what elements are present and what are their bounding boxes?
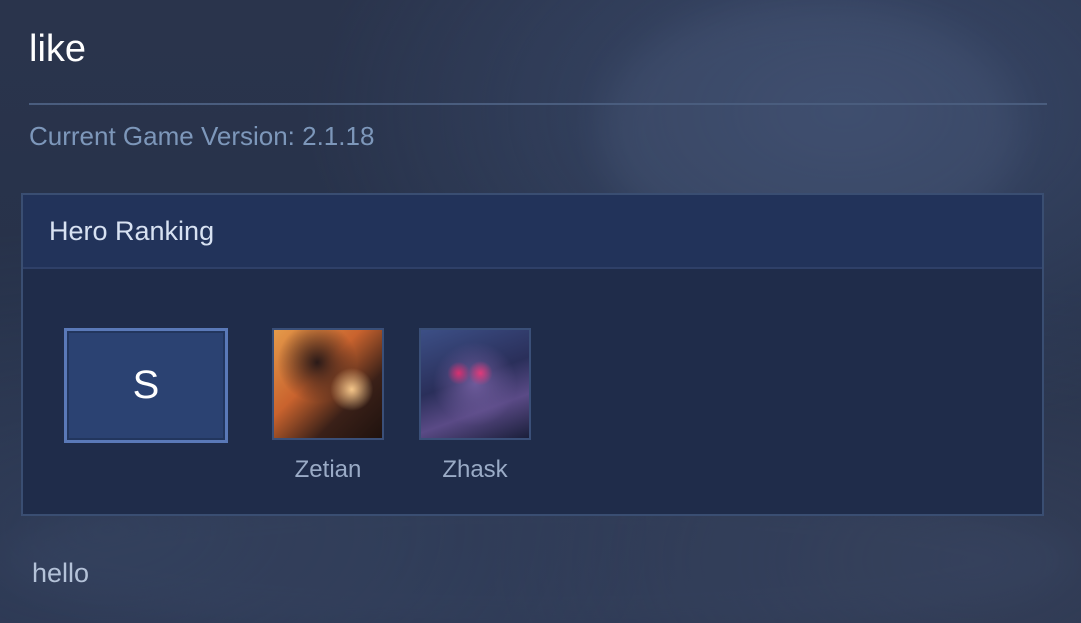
- hero-ranking-header: Hero Ranking: [23, 195, 1042, 269]
- game-version-text: Current Game Version: 2.1.18: [29, 121, 375, 151]
- page-title: like: [29, 28, 87, 70]
- tier-label: S: [132, 363, 160, 407]
- footer-text: hello: [32, 558, 90, 588]
- hero-ranking-title: Hero Ranking: [49, 215, 215, 246]
- title-divider: [29, 103, 1047, 105]
- hero-card-zetian[interactable]: Zetian: [272, 328, 384, 484]
- zhask-portrait-icon[interactable]: [419, 328, 531, 440]
- hero-card-zhask[interactable]: Zhask: [419, 328, 531, 484]
- zetian-portrait-icon[interactable]: [272, 328, 384, 440]
- hero-name-zhask: Zhask: [442, 456, 508, 483]
- hero-name-zetian: Zetian: [294, 456, 362, 483]
- hero-ranking-panel: Hero Ranking S Zetian Zhask: [21, 193, 1044, 516]
- tier-badge-s[interactable]: S: [64, 328, 228, 443]
